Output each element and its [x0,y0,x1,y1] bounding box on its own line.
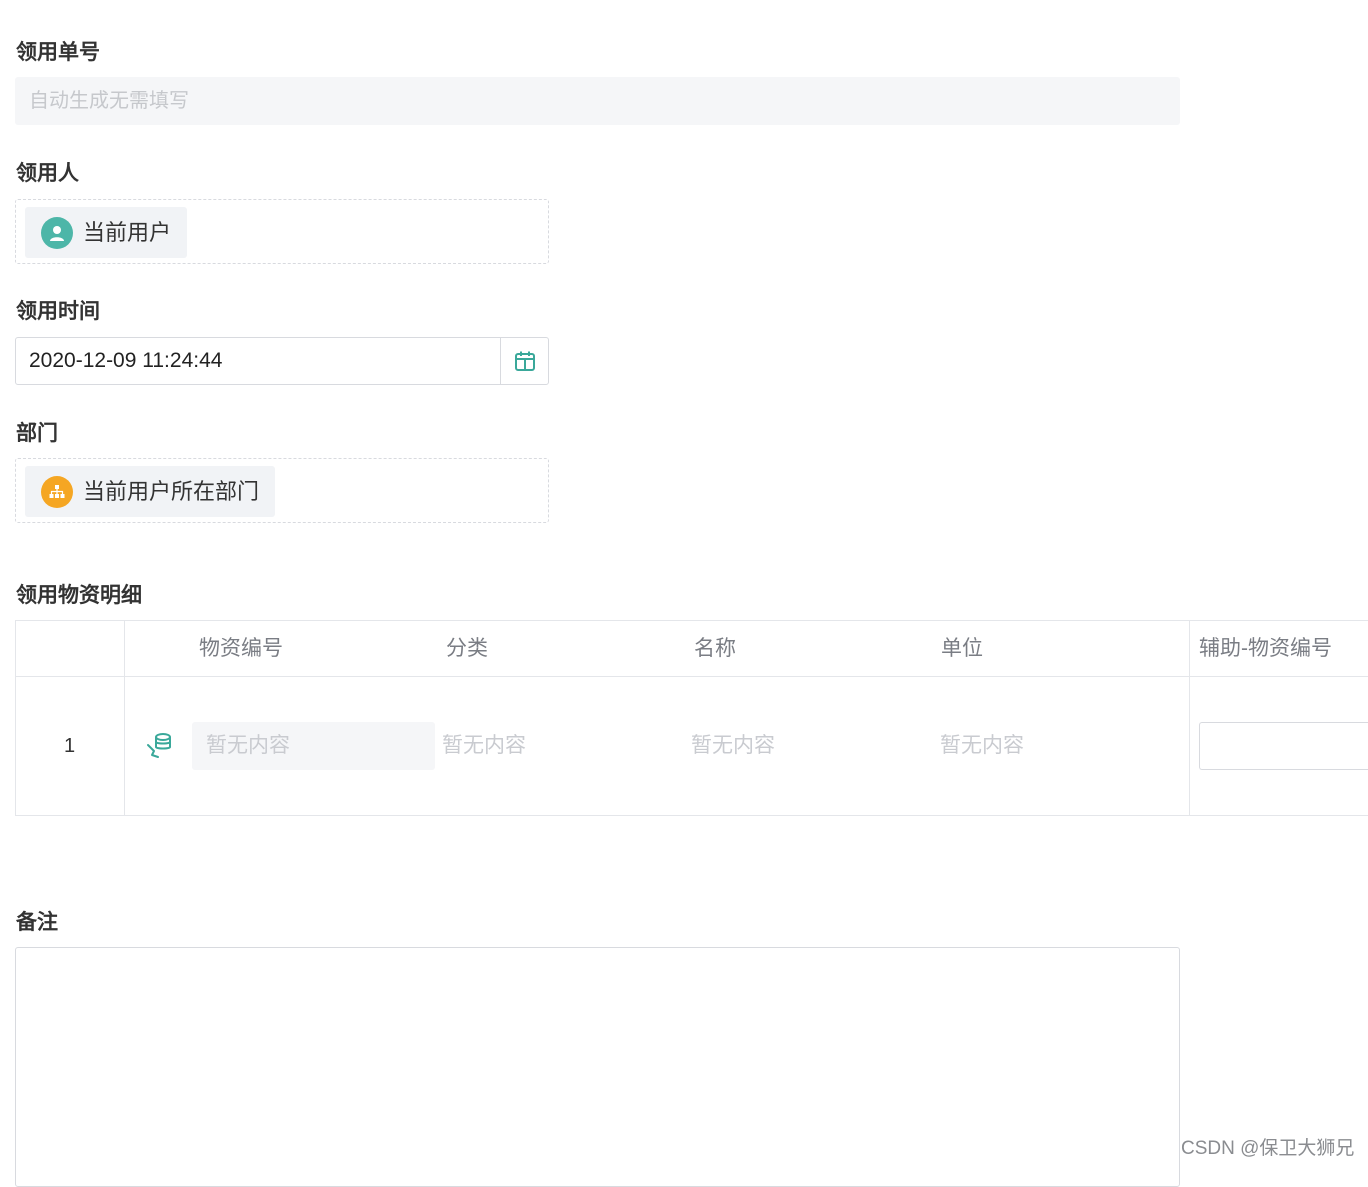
materials-label: 领用物资明细 [16,584,142,607]
aux-code-input[interactable] [1199,722,1368,770]
header-divider [16,676,1368,677]
column-header-category: 分类 [446,637,488,660]
recipient-selector[interactable]: 当前用户 [15,199,549,264]
department-chip-text: 当前用户所在部门 [83,478,260,504]
row-index: 1 [64,735,76,757]
user-icon [41,216,73,249]
name-cell: 暂无内容 [691,734,775,757]
department-selector[interactable]: 当前用户所在部门 [15,458,549,523]
calendar-icon [514,351,535,371]
material-code-input[interactable]: 暂无内容 [192,722,435,770]
index-column [16,621,125,815]
department-chip[interactable]: 当前用户所在部门 [25,466,276,517]
watermark: CSDN @保卫大狮兄 [1181,1138,1355,1159]
column-header-name: 名称 [694,637,736,660]
column-header-unit: 单位 [941,637,983,660]
recipient-label: 领用人 [16,162,79,185]
calendar-button[interactable] [500,338,548,384]
receive-time-value[interactable]: 2020-12-09 11:24:44 [16,338,500,384]
materials-table: 物资编号 分类 名称 单位 辅助-物资编号 1 暂无内容 暂无内容 暂无内容 暂… [15,620,1368,816]
category-cell: 暂无内容 [442,734,526,757]
remarks-label: 备注 [16,911,58,934]
recipient-chip-text: 当前用户 [83,219,172,245]
department-label: 部门 [16,422,58,445]
database-pick-icon[interactable] [144,729,176,761]
receive-time-picker[interactable]: 2020-12-09 11:24:44 [15,337,549,385]
org-chart-icon [41,475,73,508]
recipient-chip[interactable]: 当前用户 [25,207,188,258]
unit-cell: 暂无内容 [940,734,1024,757]
remarks-textarea[interactable] [15,947,1180,1187]
column-header-code: 物资编号 [199,637,283,660]
column-header-aux-code: 辅助-物资编号 [1199,637,1332,660]
order-number-label: 领用单号 [16,41,100,64]
receive-time-label: 领用时间 [16,300,100,323]
order-number-field: 自动生成无需填写 [15,77,1180,125]
